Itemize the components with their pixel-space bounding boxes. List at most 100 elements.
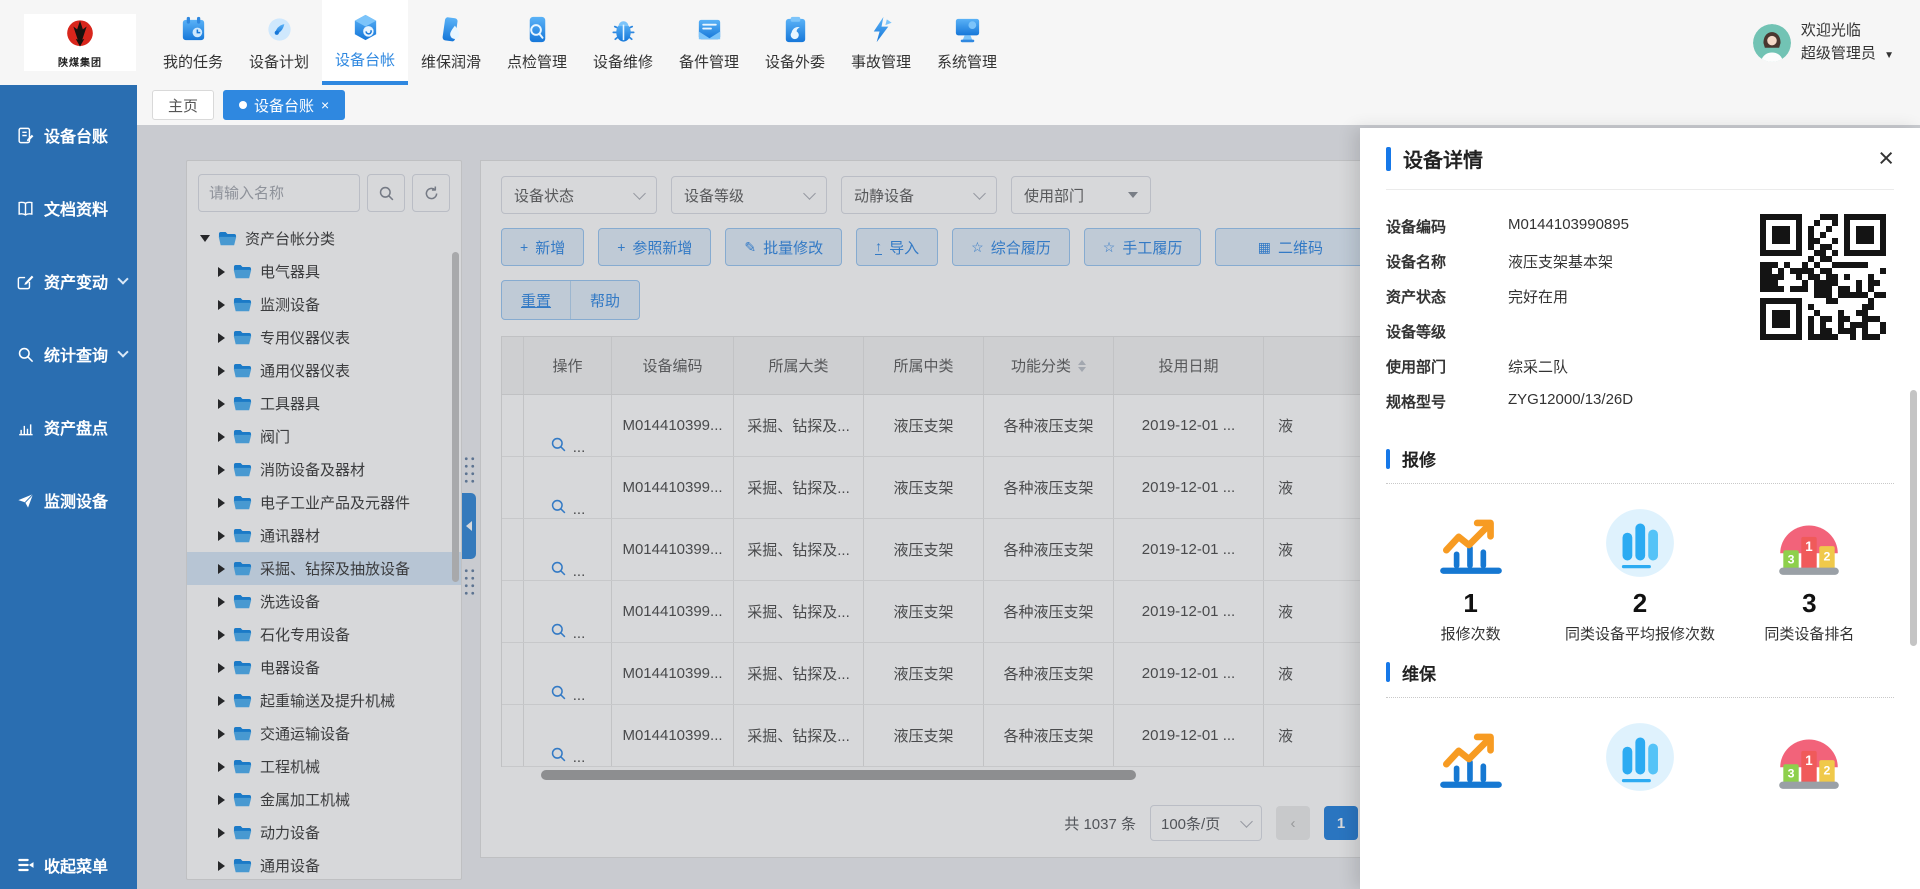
collapse-menu-button[interactable]: 收起菜单 bbox=[16, 853, 108, 877]
drag-handle-icon bbox=[463, 455, 476, 485]
tree-node[interactable]: 交通运输设备 bbox=[187, 717, 461, 750]
section-title: 维保 bbox=[1402, 660, 1436, 685]
tree-node[interactable]: 阀门 bbox=[187, 420, 461, 453]
toolbar-button[interactable]: + 新增 bbox=[501, 228, 584, 266]
view-magnifier-icon[interactable] bbox=[550, 622, 567, 642]
more-actions[interactable]: ... bbox=[573, 563, 586, 580]
reset-button[interactable]: 重置 bbox=[502, 281, 571, 319]
tree-node[interactable]: 石化专用设备 bbox=[187, 618, 461, 651]
close-icon[interactable]: × bbox=[1878, 145, 1894, 172]
tree-node[interactable]: 起重输送及提升机械 bbox=[187, 684, 461, 717]
tree-node[interactable]: 采掘、钻探及抽放设备 bbox=[187, 552, 461, 585]
view-magnifier-icon[interactable] bbox=[550, 498, 567, 518]
top-nav-item[interactable]: 设备维修 bbox=[580, 0, 666, 85]
sidebar-item[interactable]: 资产变动 bbox=[0, 261, 137, 301]
cell-date: 2019-12-01 ... bbox=[1114, 519, 1264, 580]
panel-splitter[interactable] bbox=[462, 455, 476, 597]
user-menu[interactable]: 欢迎光临 超级管理员 ▼ bbox=[1753, 0, 1894, 85]
folder-icon bbox=[233, 792, 252, 807]
top-nav-item[interactable]: 事故管理 bbox=[838, 0, 924, 85]
chevron-down-icon bbox=[1240, 815, 1253, 828]
prev-page-button[interactable]: ‹ bbox=[1276, 806, 1310, 840]
top-nav-item[interactable]: 我的任务 bbox=[150, 0, 236, 85]
tree-node[interactable]: 电子工业产品及元器件 bbox=[187, 486, 461, 519]
refresh-button[interactable] bbox=[412, 174, 450, 212]
more-actions[interactable]: ... bbox=[573, 749, 586, 766]
toolbar-button[interactable]: ▦ 二维码 bbox=[1215, 228, 1365, 266]
sidebar-item-label: 统计查询 bbox=[44, 342, 108, 366]
page-size-select[interactable]: 100条/页 bbox=[1150, 805, 1262, 841]
filter-select[interactable]: 动静设备 bbox=[841, 176, 997, 214]
top-nav-item[interactable]: 维保润滑 bbox=[408, 0, 494, 85]
folder-icon bbox=[233, 627, 252, 642]
top-nav-item[interactable]: 设备计划 bbox=[236, 0, 322, 85]
top-nav-label: 系统管理 bbox=[937, 51, 997, 72]
page-tab[interactable]: 主页 × bbox=[152, 90, 214, 120]
search-button[interactable] bbox=[367, 174, 405, 212]
view-magnifier-icon[interactable] bbox=[550, 436, 567, 456]
col-header[interactable]: 功能分类 bbox=[984, 337, 1114, 394]
filter-select[interactable]: 设备等级 bbox=[671, 176, 827, 214]
tree-node[interactable]: 工程机械 bbox=[187, 750, 461, 783]
more-actions[interactable]: ... bbox=[573, 501, 586, 518]
more-actions[interactable]: ... bbox=[573, 625, 586, 642]
cell-major-class: 采掘、钻探及... bbox=[734, 457, 864, 518]
tree-search-input[interactable] bbox=[198, 174, 360, 212]
tree-node[interactable]: 通用仪器仪表 bbox=[187, 354, 461, 387]
tree-node[interactable]: 工具器具 bbox=[187, 387, 461, 420]
drawer-scrollbar[interactable] bbox=[1910, 390, 1917, 646]
top-nav-item[interactable]: 点检管理 bbox=[494, 0, 580, 85]
collapse-menu-label: 收起菜单 bbox=[44, 853, 108, 877]
sidebar-item[interactable]: 设备台账 bbox=[0, 115, 137, 155]
page-tab[interactable]: 设备台账 × bbox=[223, 90, 345, 120]
close-icon[interactable]: × bbox=[321, 98, 329, 112]
filter-select[interactable]: 使用部门 bbox=[1011, 176, 1151, 214]
tree-node[interactable]: 电器设备 bbox=[187, 651, 461, 684]
view-magnifier-icon[interactable] bbox=[550, 746, 567, 766]
tree-scrollbar[interactable] bbox=[452, 252, 459, 582]
cell-code: M014410399... bbox=[612, 705, 734, 766]
sort-icon[interactable] bbox=[1078, 360, 1086, 372]
current-page-button[interactable]: 1 bbox=[1324, 806, 1358, 840]
cell-mid-class: 液压支架 bbox=[864, 457, 984, 518]
chevron-down-icon bbox=[803, 187, 816, 200]
chevron-down-icon bbox=[117, 273, 128, 284]
view-magnifier-icon[interactable] bbox=[550, 560, 567, 580]
toolbar-button[interactable]: ☆ 手工履历 bbox=[1084, 228, 1202, 266]
filter-select[interactable]: 设备状态 bbox=[501, 176, 657, 214]
cell-func-class: 各种液压支架 bbox=[984, 457, 1114, 518]
view-magnifier-icon[interactable] bbox=[550, 684, 567, 704]
toolbar-button[interactable]: ☆ 综合履历 bbox=[952, 228, 1070, 266]
sidebar-item[interactable]: 统计查询 bbox=[0, 334, 137, 374]
tree-node[interactable]: 消防设备及器材 bbox=[187, 453, 461, 486]
toolbar-button[interactable]: + 参照新增 bbox=[598, 228, 711, 266]
tree-node[interactable]: 通用设备 bbox=[187, 849, 461, 879]
tree-node[interactable]: 洗选设备 bbox=[187, 585, 461, 618]
button-label: 二维码 bbox=[1278, 237, 1323, 258]
more-actions[interactable]: ... bbox=[573, 687, 586, 704]
toolbar-button[interactable]: ↑ 导入 bbox=[856, 228, 938, 266]
tree-node[interactable]: 动力设备 bbox=[187, 816, 461, 849]
top-nav-item[interactable]: 备件管理 bbox=[666, 0, 752, 85]
toolbar-button[interactable]: ✎ 批量修改 bbox=[725, 228, 842, 266]
top-nav-item[interactable]: 设备台帐 bbox=[322, 0, 408, 85]
top-nav-item[interactable]: 设备外委 bbox=[752, 0, 838, 85]
tree-node[interactable]: 金属加工机械 bbox=[187, 783, 461, 816]
caret-down-icon bbox=[200, 235, 210, 242]
tree-root-node[interactable]: 资产台帐分类 bbox=[187, 222, 461, 255]
tree-node[interactable]: 监测设备 bbox=[187, 288, 461, 321]
help-button[interactable]: 帮助 bbox=[571, 281, 639, 319]
sidebar-item[interactable]: 文档资料 bbox=[0, 188, 137, 228]
collapse-tree-button[interactable] bbox=[462, 493, 476, 559]
sidebar-item[interactable]: 监测设备 bbox=[0, 480, 137, 520]
tree-node[interactable]: 通讯器材 bbox=[187, 519, 461, 552]
tree-node[interactable]: 电气器具 bbox=[187, 255, 461, 288]
more-actions[interactable]: ... bbox=[573, 439, 586, 456]
tree-node[interactable]: 专用仪器仪表 bbox=[187, 321, 461, 354]
tree-node-label: 通用设备 bbox=[260, 855, 320, 876]
cell-date: 2019-12-01 ... bbox=[1114, 705, 1264, 766]
hscroll-thumb[interactable] bbox=[541, 770, 1136, 780]
filter-label: 动静设备 bbox=[854, 185, 914, 206]
top-nav-item[interactable]: 系统管理 bbox=[924, 0, 1010, 85]
sidebar-item[interactable]: 资产盘点 bbox=[0, 407, 137, 447]
